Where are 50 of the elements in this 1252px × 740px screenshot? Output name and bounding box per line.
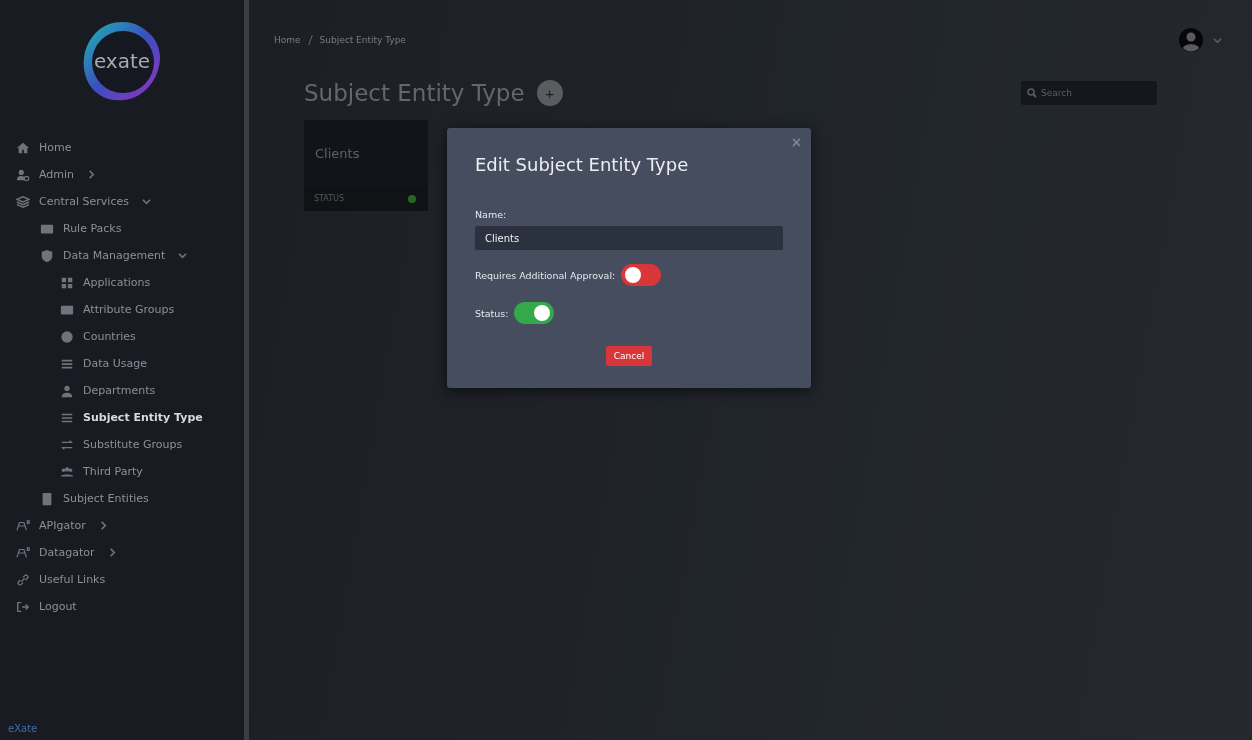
search-field[interactable]: Search — [1021, 81, 1157, 105]
toggle-switch[interactable] — [621, 264, 662, 286]
nav-item[interactable]: Datagator — [0, 539, 244, 566]
nav-item[interactable]: Substitute Groups — [0, 431, 244, 458]
nav-item[interactable]: Third Party — [0, 458, 244, 485]
page-title: Subject Entity Type — [304, 80, 525, 106]
toggle-label: Status: — [475, 307, 509, 319]
api-icon — [16, 545, 30, 560]
nav-item[interactable]: Attribute Groups — [0, 296, 244, 323]
toggle-label: Requires Additional Approval: — [475, 269, 616, 281]
cancel-button[interactable]: Cancel — [605, 346, 653, 366]
nav-item[interactable]: Countries — [0, 323, 244, 350]
user-icon — [60, 383, 74, 398]
avatar-icon[interactable] — [1179, 28, 1203, 52]
search-icon — [1027, 88, 1037, 98]
nav-item[interactable]: Useful Links — [0, 566, 244, 593]
nav-item[interactable]: Rule Packs — [0, 215, 244, 242]
book-icon — [40, 491, 54, 506]
shield-icon — [40, 248, 54, 263]
entity-card[interactable]: Clients STATUS — [304, 120, 428, 211]
globe-icon — [60, 329, 74, 344]
layers-icon — [16, 194, 30, 209]
nav-item[interactable]: Data Usage — [0, 350, 244, 377]
field-label: Name: — [475, 209, 508, 220]
api-icon — [16, 518, 30, 533]
home-icon — [16, 140, 30, 155]
users-icon — [60, 464, 74, 479]
nav-item[interactable]: Applications — [0, 269, 244, 296]
name-field[interactable]: Clients — [475, 226, 783, 250]
nav-item[interactable]: Departments — [0, 377, 244, 404]
status-label: STATUS — [314, 194, 344, 203]
breadcrumb-item: Subject Entity Type — [319, 35, 406, 45]
nav-item[interactable]: Central Services — [0, 188, 244, 215]
breadcrumb-item[interactable]: Home — [274, 35, 301, 45]
toggle-switch[interactable] — [514, 302, 555, 324]
nav-item[interactable]: APIgator — [0, 512, 244, 539]
grid-icon — [60, 275, 74, 290]
nav-item[interactable]: Logout — [0, 593, 244, 620]
dialog-title: Edit Subject Entity Type — [475, 154, 690, 175]
nav-item[interactable]: Data Management — [0, 242, 244, 269]
footer-text: eXate — [7, 723, 39, 736]
link-icon — [16, 572, 30, 587]
card-title: Clients — [314, 144, 361, 163]
nav-item[interactable]: Admin — [0, 161, 244, 188]
nav-item[interactable]: Subject Entity Type — [0, 404, 244, 431]
nav-item[interactable]: Home — [0, 134, 244, 161]
logo-text: exate — [93, 49, 151, 73]
logout-icon — [16, 599, 30, 614]
nav-item[interactable]: Subject Entities — [0, 485, 244, 512]
admin-icon — [16, 167, 30, 182]
